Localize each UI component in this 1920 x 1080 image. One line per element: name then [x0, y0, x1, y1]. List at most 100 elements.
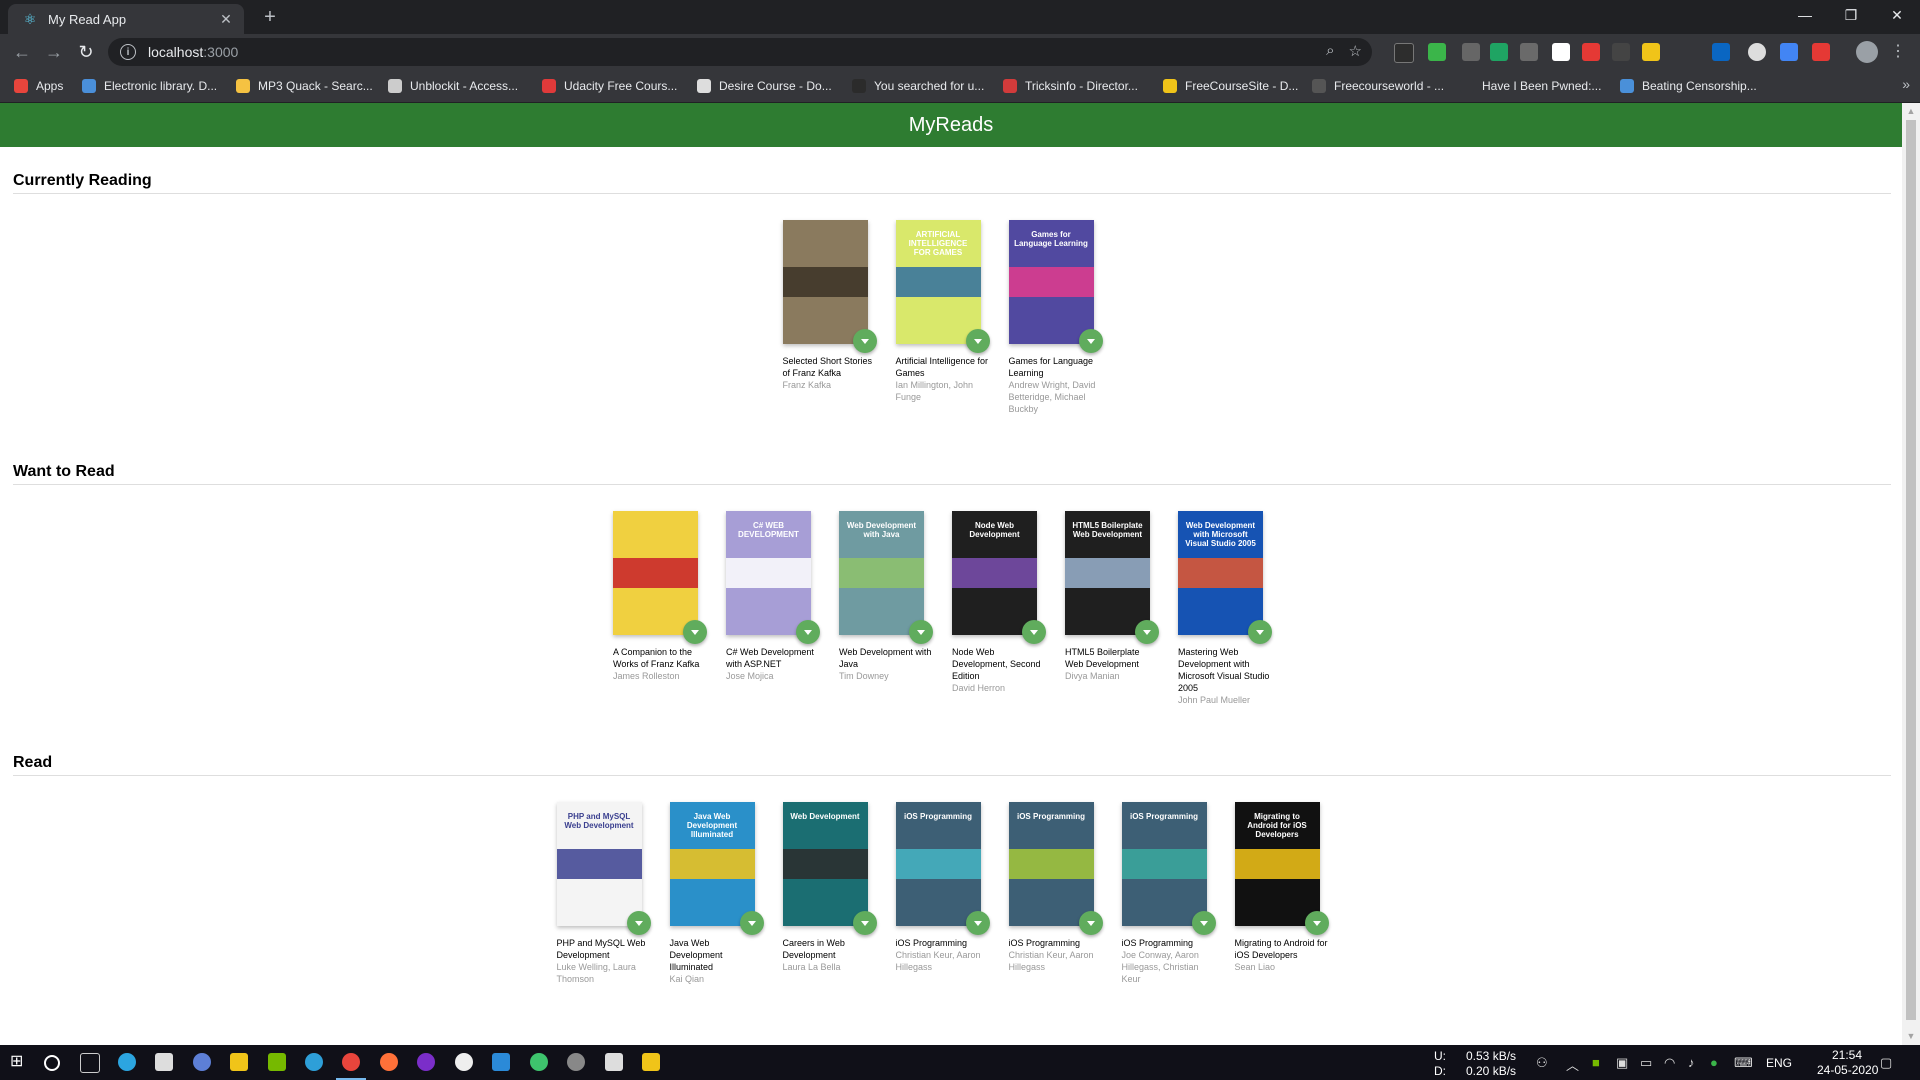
forward-icon[interactable]: → — [42, 40, 66, 64]
extension-icon[interactable] — [1552, 43, 1570, 61]
shield-extension-icon[interactable] — [1428, 43, 1446, 61]
extension-icon[interactable] — [1490, 43, 1508, 61]
app-icon[interactable] — [455, 1053, 473, 1071]
volume-icon[interactable]: ♪ — [1688, 1055, 1695, 1070]
menu-kebab-icon[interactable]: ⋮ — [1890, 41, 1906, 61]
extension-icon[interactable] — [1780, 43, 1798, 61]
close-window-icon[interactable]: ✕ — [1874, 0, 1920, 30]
book-card: Web Development Careers in Web Developmen… — [782, 802, 896, 985]
send-icon[interactable] — [155, 1053, 173, 1071]
bookmark-item[interactable]: Tricksinfo - Director... — [1003, 77, 1138, 95]
cortana-search-icon[interactable] — [44, 1055, 60, 1071]
shelf-changer-button[interactable] — [965, 329, 990, 353]
bookmark-item[interactable]: You searched for u... — [852, 77, 984, 95]
shelf-changer-button[interactable] — [1191, 911, 1216, 935]
shelf-changer-button[interactable] — [626, 911, 651, 935]
shelf-changer-button[interactable] — [1078, 329, 1103, 353]
shelf-changer-button[interactable] — [683, 620, 707, 644]
book-title: Migrating to Android for iOS Developers — [1234, 938, 1328, 960]
shelf-changer-button[interactable] — [852, 329, 877, 353]
book-title: Mastering Web Development with Microsoft… — [1178, 647, 1270, 693]
restore-icon[interactable]: ❐ — [1828, 0, 1874, 30]
site-info-icon[interactable]: i — [120, 44, 136, 60]
shelf-changer-button[interactable] — [852, 911, 877, 935]
bookmark-item[interactable]: Desire Course - Do... — [697, 77, 832, 95]
shelf-changer-button[interactable] — [1135, 620, 1159, 644]
edge-icon[interactable] — [305, 1053, 323, 1071]
close-tab-icon[interactable]: ✕ — [216, 11, 236, 28]
page-scrollbar[interactable]: ▲ ▼ — [1902, 103, 1920, 1045]
shelf-changer-button[interactable] — [1248, 620, 1272, 644]
book-card: PHP and MySQL Web Development PHP and MyS… — [556, 802, 670, 985]
notifications-icon[interactable]: ▢ — [1880, 1055, 1892, 1071]
extension-icon[interactable] — [1812, 43, 1830, 61]
bookmark-item[interactable]: Freecourseworld - ... — [1312, 77, 1444, 95]
app-icon[interactable] — [567, 1053, 585, 1071]
minimize-icon[interactable]: — — [1782, 0, 1828, 30]
address-bar[interactable]: i localhost:3000 ⌕ ☆ — [108, 38, 1372, 66]
task-view-icon[interactable] — [80, 1053, 100, 1073]
nvidia-tray-icon[interactable]: ■ — [1592, 1055, 1600, 1070]
shelf-changer-button[interactable] — [1304, 911, 1329, 935]
linkedin-icon[interactable] — [1712, 43, 1730, 61]
wifi-icon[interactable]: ◠ — [1664, 1055, 1675, 1071]
battery-icon[interactable]: ▭ — [1640, 1055, 1652, 1071]
extension-icon[interactable] — [1612, 43, 1630, 61]
bookmark-item[interactable]: Unblockit - Access... — [388, 77, 518, 95]
scrollbar-thumb[interactable] — [1906, 120, 1916, 1020]
firefox-icon[interactable] — [380, 1053, 398, 1071]
extension-icon[interactable] — [1748, 43, 1766, 61]
app-icon[interactable] — [530, 1053, 548, 1071]
browser-tab[interactable]: ⚛ My Read App ✕ — [8, 4, 244, 34]
telegram-icon[interactable] — [118, 1053, 136, 1071]
back-icon[interactable]: ← — [10, 40, 34, 64]
shelf-changer-button[interactable] — [1022, 620, 1046, 644]
scroll-down-icon[interactable]: ▼ — [1902, 1028, 1920, 1045]
bookmark-item[interactable]: Electronic library. D... — [82, 77, 217, 95]
shelf-changer-button[interactable] — [796, 620, 820, 644]
reload-icon[interactable]: ↻ — [74, 40, 98, 64]
language-indicator[interactable]: ENG — [1766, 1056, 1792, 1070]
bookmark-star-icon[interactable]: ☆ — [1349, 42, 1362, 60]
new-tab-button[interactable]: + — [258, 5, 282, 29]
vscode-icon[interactable] — [492, 1053, 510, 1071]
shelf-changer-button[interactable] — [739, 911, 764, 935]
tray-app-icon[interactable]: ▣ — [1616, 1055, 1628, 1071]
bookmark-item[interactable]: Udacity Free Cours... — [542, 77, 677, 95]
bookmark-item[interactable]: FreeCourseSite - D... — [1163, 77, 1298, 95]
bookmark-favicon-icon — [1003, 79, 1017, 93]
app-icon[interactable] — [230, 1053, 248, 1071]
bookmark-item[interactable]: Apps — [14, 77, 63, 95]
shelf-changer-button[interactable] — [965, 911, 990, 935]
extension-icon[interactable] — [1642, 43, 1660, 61]
extension-icon[interactable] — [1520, 43, 1538, 61]
clock-date[interactable]: 24-05-2020 — [1817, 1063, 1878, 1077]
shelf-changer-button[interactable] — [909, 620, 933, 644]
security-icon[interactable]: ● — [1710, 1055, 1718, 1070]
extension-icon[interactable] — [1462, 43, 1480, 61]
extension-icon[interactable] — [1582, 43, 1600, 61]
zoom-search-icon[interactable]: ⌕ — [1326, 42, 1334, 60]
keyboard-icon[interactable]: ⌨ — [1734, 1055, 1753, 1071]
bookmarks-overflow-icon[interactable]: » — [1902, 76, 1910, 92]
shelf-changer-button[interactable] — [1078, 911, 1103, 935]
nvidia-icon[interactable] — [268, 1053, 286, 1071]
tray-chevron-icon[interactable]: ︿ — [1566, 1055, 1579, 1074]
chrome-icon[interactable] — [342, 1053, 360, 1071]
cover-text: Java Web Development Illuminated — [686, 812, 738, 839]
people-icon[interactable]: ⚇ — [1536, 1055, 1548, 1071]
windows-start-icon[interactable]: ⊞ — [10, 1053, 28, 1071]
cover-text: ARTIFICIAL INTELLIGENCE FOR GAMES — [908, 230, 968, 257]
book-cover: Java Web Development Illuminated — [669, 802, 755, 926]
bookmark-item[interactable]: MP3 Quack - Searc... — [236, 77, 373, 95]
scroll-up-icon[interactable]: ▲ — [1902, 103, 1920, 120]
profile-avatar[interactable] — [1856, 41, 1878, 63]
bookmark-item[interactable]: Beating Censorship... — [1620, 77, 1757, 95]
app-icon[interactable] — [605, 1053, 623, 1071]
clock-time[interactable]: 21:54 — [1832, 1048, 1862, 1062]
file-explorer-icon[interactable] — [642, 1053, 660, 1071]
app-icon[interactable] — [193, 1053, 211, 1071]
bookmark-item[interactable]: Have I Been Pwned:... — [1460, 77, 1601, 95]
extension-icon[interactable] — [1394, 43, 1414, 63]
app-icon[interactable] — [417, 1053, 435, 1071]
